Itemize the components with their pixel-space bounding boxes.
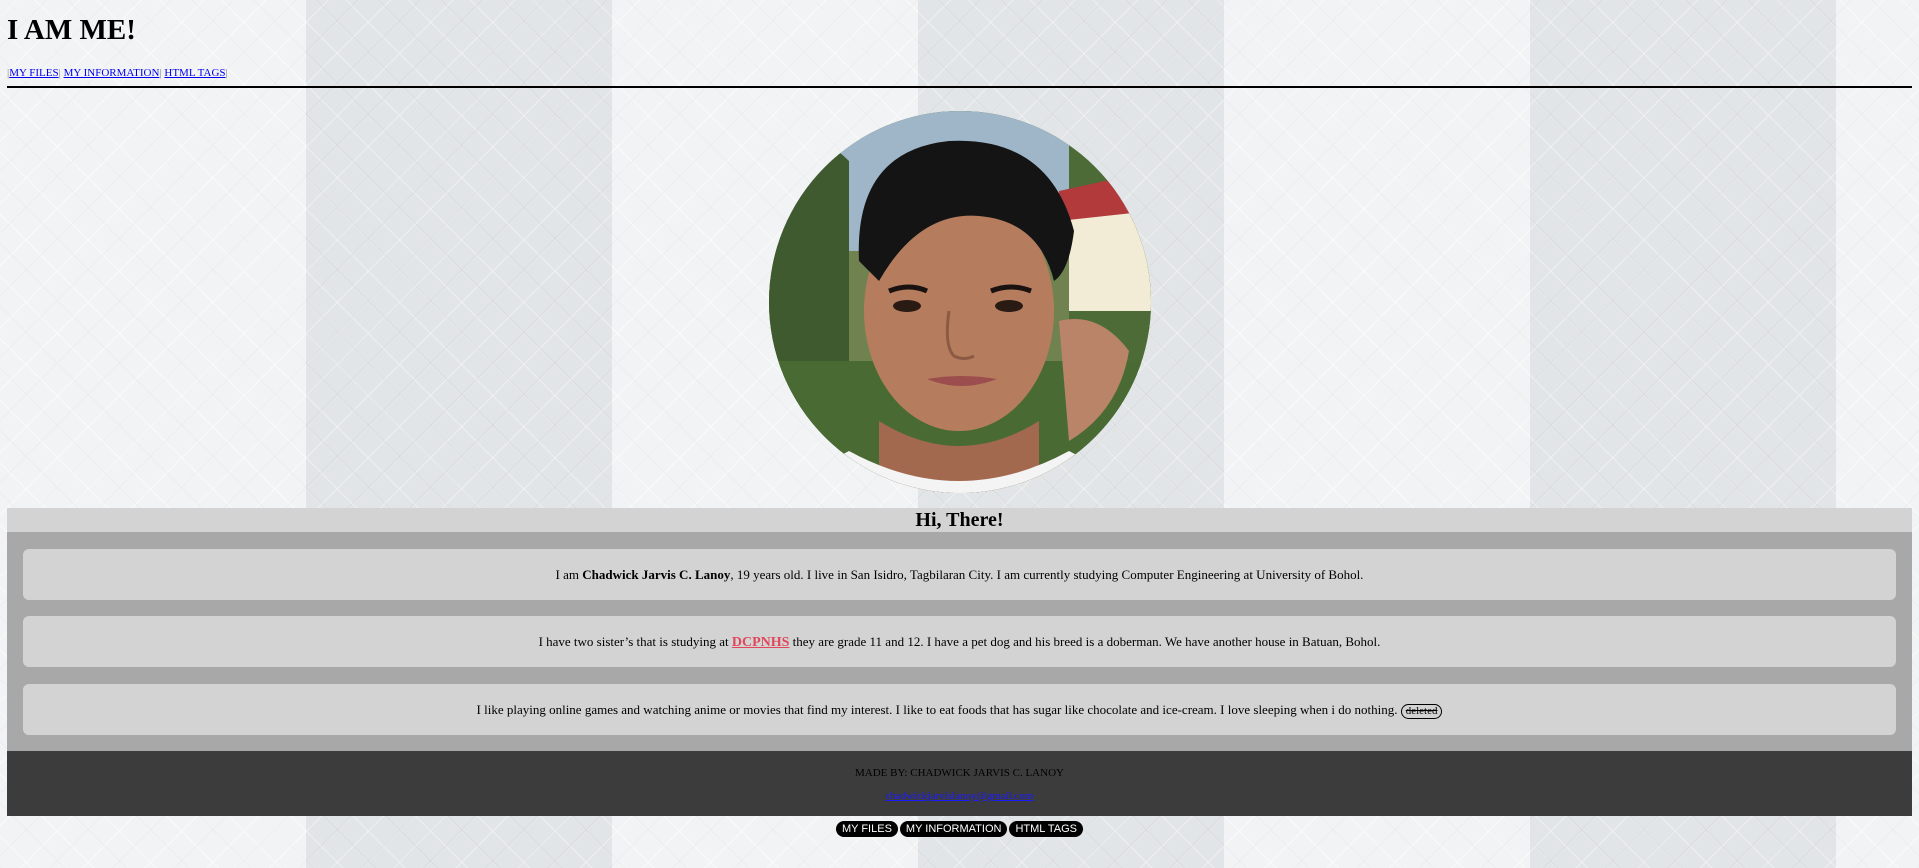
nav-link-my-information[interactable]: MY INFORMATION <box>64 67 160 79</box>
nav-separator: | <box>159 67 162 79</box>
bottom-nav: MY FILES MY INFORMATION HTML TAGS <box>0 821 1919 837</box>
site-title: I AM ME! <box>7 14 136 46</box>
full-name: Chadwick Jarvis C. Lanoy <box>582 567 731 582</box>
email-link[interactable]: chadwickjarvislanoy@gmail.com <box>886 790 1034 802</box>
bottom-nav-my-information[interactable]: MY INFORMATION <box>899 821 1008 837</box>
about-section: Hi, There! I am Chadwick Jarvis C. Lanoy… <box>7 508 1912 751</box>
profile-photo <box>769 111 1151 493</box>
about-paragraph-3: I like playing online games and watching… <box>23 684 1896 735</box>
greeting-heading: Hi, There! <box>7 508 1912 532</box>
school-link[interactable]: DCPNHS <box>732 635 790 650</box>
top-nav: |MY FILES| MY INFORMATION| HTML TAGS| <box>7 67 228 79</box>
nav-separator: | <box>225 67 228 79</box>
profile-photo-image <box>769 111 1151 493</box>
about-paragraph-1: I am Chadwick Jarvis C. Lanoy, 19 years … <box>23 549 1896 600</box>
p1-intro: I am <box>555 567 583 582</box>
about-paragraph-2: I have two sister’s that is studying at … <box>23 616 1896 667</box>
deleted-text: deleted <box>1405 704 1438 717</box>
bottom-nav-my-files[interactable]: MY FILES <box>835 821 898 837</box>
p3-text: I like playing online games and watching… <box>476 702 1401 717</box>
made-by-text: MADE BY: CHADWICK JARVIS C. LANOY <box>855 767 1064 779</box>
p1-details: , 19 years old. I live in San Isidro, Ta… <box>730 567 1364 582</box>
deleted-badge: deleted <box>1400 703 1443 719</box>
nav-link-my-files[interactable]: MY FILES <box>9 67 58 79</box>
bottom-nav-html-tags[interactable]: HTML TAGS <box>1009 821 1083 837</box>
nav-separator: | <box>58 67 61 79</box>
header-divider <box>7 86 1912 88</box>
footer: MADE BY: CHADWICK JARVIS C. LANOY chadwi… <box>7 751 1912 816</box>
p2-details: they are grade 11 and 12. I have a pet d… <box>789 634 1381 649</box>
nav-link-html-tags[interactable]: HTML TAGS <box>164 67 225 79</box>
p2-intro: I have two sister’s that is studying at <box>538 634 732 649</box>
